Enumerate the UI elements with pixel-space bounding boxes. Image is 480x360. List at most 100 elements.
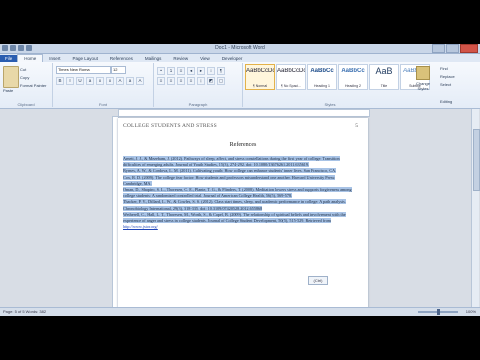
bullets-button[interactable]: •: [157, 67, 165, 75]
reference-link[interactable]: http://www.jstor.org/: [123, 224, 158, 229]
selected-text: Byrnes, A. W., & Cordova, L. M. (2011). …: [123, 168, 337, 174]
tab-developer[interactable]: Developer: [216, 55, 249, 62]
align-right-button[interactable]: ≡: [177, 77, 185, 85]
underline-button[interactable]: U: [76, 77, 84, 85]
multilevel-list-button[interactable]: ≡: [177, 67, 185, 75]
tab-file[interactable]: File: [0, 55, 18, 62]
replace-button[interactable]: Replace: [440, 74, 455, 79]
status-bar: Page: 5 of 5 Words: 382 100%: [0, 307, 480, 316]
style-sample: AaB: [375, 66, 393, 76]
scrollbar-thumb[interactable]: [473, 129, 480, 191]
change-styles-button[interactable]: Change Styles: [412, 66, 434, 91]
vertical-scrollbar[interactable]: [471, 109, 480, 307]
tab-references[interactable]: References: [104, 55, 139, 62]
show-marks-button[interactable]: ¶: [217, 67, 225, 75]
style-sample: AaBbCc: [341, 68, 365, 74]
change-styles-icon: [416, 66, 430, 80]
styles-label: Styles: [324, 102, 336, 107]
maximize-button[interactable]: [446, 44, 459, 53]
font-size-select[interactable]: 12: [111, 66, 126, 74]
references-list: Arnett, J. J., & Mezebam, J. (2012). Pat…: [123, 156, 355, 230]
paste-options-button[interactable]: (Ctrl): [308, 276, 328, 285]
format-painter-button[interactable]: Format Painter: [20, 83, 46, 88]
reference-entry: Oman, D., Shapiro, S. L., Thoresen, C. E…: [123, 187, 355, 199]
paragraph-label: Paragraph: [188, 102, 208, 107]
minimize-button[interactable]: [432, 44, 445, 53]
text-effects-button[interactable]: A: [116, 77, 124, 85]
style-normal[interactable]: AaBbCcDc ¶ Normal: [245, 64, 275, 90]
tab-page-layout[interactable]: Page Layout: [67, 55, 104, 62]
style-title[interactable]: AaB Title: [369, 64, 399, 90]
shading-button[interactable]: ◩: [207, 77, 215, 85]
font-name-select[interactable]: Times New Roma: [56, 66, 111, 74]
numbering-button[interactable]: 1: [167, 67, 175, 75]
italic-button[interactable]: I: [66, 77, 74, 85]
line-spacing-button[interactable]: ↨: [197, 77, 205, 85]
copy-button[interactable]: Copy: [20, 75, 29, 80]
change-styles-label: Change Styles: [415, 81, 430, 91]
selected-text: Cox, R. D. (2009). The college fear fact…: [123, 174, 336, 186]
title-bar: Doc1 - Microsoft Word: [0, 44, 480, 54]
window-title: Doc1 - Microsoft Word: [215, 45, 265, 51]
reference-entry: Thacker, P. V., Dillard, L. W., & Cowles…: [123, 199, 355, 211]
status-page-words[interactable]: Page: 5 of 5 Words: 382: [3, 309, 46, 314]
paste-icon[interactable]: [3, 66, 19, 88]
font-format-buttons: B I U a x x A a A: [56, 77, 144, 85]
sort-button[interactable]: ↕: [207, 67, 215, 75]
zoom-slider[interactable]: [418, 309, 458, 315]
zoom-level[interactable]: 100%: [466, 309, 476, 314]
paste-button[interactable]: Paste: [3, 88, 13, 93]
reference-entry: Arnett, J. J., & Mezebam, J. (2012). Pat…: [123, 156, 355, 168]
word-window: Doc1 - Microsoft Word File Home Insert P…: [0, 44, 480, 316]
font-group: Times New Roma 12 B I U a x x A a A Font: [53, 63, 154, 107]
borders-button[interactable]: ▢: [217, 77, 225, 85]
style-heading-2[interactable]: AaBbCc Heading 2: [338, 64, 368, 90]
close-button[interactable]: [460, 44, 478, 53]
highlight-button[interactable]: a: [126, 77, 134, 85]
style-no-spacing[interactable]: AaBbCcDc ¶ No Spaci...: [276, 64, 306, 90]
selected-text: Arnett, J. J., & Mezebam, J. (2012). Pat…: [123, 156, 340, 168]
align-left-button[interactable]: ≡: [157, 77, 165, 85]
clipboard-label: Clipboard: [17, 102, 35, 107]
ribbon: Paste Cut Copy Format Painter Clipboard …: [0, 62, 480, 109]
center-button[interactable]: ≡: [167, 77, 175, 85]
reference-entry: Byrnes, A. W., & Cordova, L. M. (2011). …: [123, 168, 355, 174]
increase-indent-button[interactable]: ▸: [197, 67, 205, 75]
document-page[interactable]: COLLEGE STUDENTS AND STRESS 5 References…: [118, 118, 368, 316]
reference-entry: Wetherell, C., Hall, L. T., Thoresen, M.…: [123, 211, 355, 231]
page-number: 5: [355, 123, 358, 129]
tab-home[interactable]: Home: [17, 54, 44, 62]
tab-mailings[interactable]: Mailings: [139, 55, 168, 62]
style-sample: AaBbCcDc: [277, 68, 305, 74]
select-button[interactable]: Select: [440, 82, 451, 87]
style-sample: AaBbCc: [310, 68, 334, 74]
style-name: Heading 2: [345, 84, 361, 88]
justify-button[interactable]: ≡: [187, 77, 195, 85]
running-header: COLLEGE STUDENTS AND STRESS: [123, 123, 217, 129]
style-name: Title: [380, 84, 388, 88]
decrease-indent-button[interactable]: ◂: [187, 67, 195, 75]
style-heading-1[interactable]: AaBbCc Heading 1: [307, 64, 337, 90]
styles-gallery: AaBbCcDc ¶ Normal AaBbCcDc ¶ No Spaci...…: [245, 64, 430, 90]
reference-entry: Cox, R. D. (2009). The college fear fact…: [123, 174, 355, 187]
style-name: Heading 1: [314, 84, 330, 88]
tab-insert[interactable]: Insert: [43, 55, 66, 62]
style-name: ¶ Normal: [252, 84, 268, 88]
style-sample: AaBbCcDc: [246, 68, 274, 74]
tab-view[interactable]: View: [194, 55, 216, 62]
font-label: Font: [98, 102, 107, 107]
selected-text: Wetherell, C., Hall, L. T., Thoresen, M.…: [123, 211, 346, 224]
strikethrough-button[interactable]: a: [86, 77, 94, 85]
font-color-button[interactable]: A: [136, 77, 144, 85]
horizontal-ruler[interactable]: [118, 109, 370, 117]
tab-review[interactable]: Review: [167, 55, 194, 62]
style-name: ¶ No Spaci...: [281, 84, 301, 88]
superscript-button[interactable]: x: [106, 77, 114, 85]
find-button[interactable]: Find: [440, 66, 448, 71]
zoom-slider-knob[interactable]: [436, 309, 440, 315]
subscript-button[interactable]: x: [96, 77, 104, 85]
cut-button[interactable]: Cut: [20, 67, 26, 72]
paragraph-row-2: ≡ ≡ ≡ ≡ ↨ ◩ ▢: [157, 77, 225, 85]
references-heading: References: [229, 142, 257, 148]
bold-button[interactable]: B: [56, 77, 64, 85]
